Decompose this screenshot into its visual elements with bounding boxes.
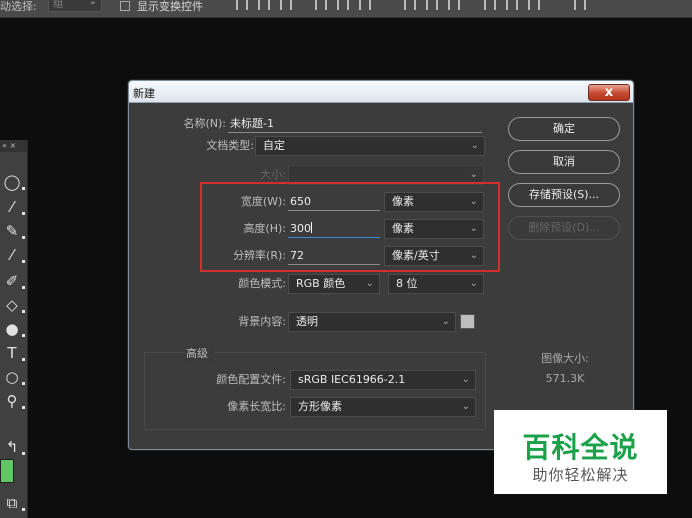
paint-bucket-icon[interactable]: ◇ (1, 294, 25, 316)
app-root: 动选择: 组 显示变换控件 « × ◯ ⁄ ✎ ⁄ ✐ ◇ ● T ○ ⚲ ↰ … (0, 0, 692, 518)
chevron-down-icon: ⌄ (441, 316, 450, 327)
watermark-logo: 百科全说 助你轻松解决 (494, 410, 667, 494)
align-bottom-icon[interactable] (280, 0, 292, 10)
screen-mode-icon[interactable]: ⧉ (1, 492, 25, 514)
chevron-down-icon: ⌄ (469, 278, 478, 289)
color-mode-dropdown[interactable]: RGB 颜色 ⌄ (288, 274, 380, 294)
size-label: 大小: (260, 168, 286, 181)
chevron-down-icon: ⌄ (461, 374, 470, 385)
watermark-title: 百科全说 (522, 431, 639, 464)
chevron-down-icon: ⌄ (461, 401, 470, 412)
distribute-vcenter-icon[interactable] (426, 0, 438, 10)
pixel-aspect-value: 方形像素 (298, 400, 342, 413)
distribute-left-icon[interactable] (484, 0, 496, 10)
cancel-button[interactable]: 取消 (508, 150, 620, 174)
align-hcenter-icon[interactable] (337, 0, 349, 10)
eyedropper-icon[interactable]: ✎ (1, 220, 25, 242)
foreground-color-swatch[interactable] (0, 459, 14, 483)
image-size-value: 571.3K (545, 372, 585, 385)
background-label: 背景内容: (238, 315, 286, 328)
magic-wand-icon[interactable]: ⁄ (1, 196, 25, 218)
background-value: 透明 (296, 315, 318, 328)
auto-select-label: 动选择: (0, 0, 37, 13)
ok-button[interactable]: 确定 (508, 117, 620, 141)
align-right-icon[interactable] (359, 0, 371, 10)
highlight-box (200, 182, 500, 272)
auto-select-dropdown[interactable]: 组 (48, 0, 102, 12)
name-input[interactable]: 未标题-1 (228, 115, 482, 133)
distribute-top-icon[interactable] (404, 0, 416, 10)
bit-depth-value: 8 位 (396, 277, 418, 290)
options-bar: 动选择: 组 显示变换控件 (0, 0, 692, 18)
tools-panel-header[interactable]: « × (0, 140, 27, 152)
ellipse-shape-icon[interactable]: ○ (1, 366, 25, 388)
delete-preset-button: 删除预设(D)... (508, 216, 620, 240)
distribute-right-icon[interactable] (528, 0, 540, 10)
show-transform-checkbox[interactable] (120, 1, 130, 11)
watermark-subtitle: 助你轻松解决 (532, 466, 629, 484)
dialog-title: 新建 (133, 87, 155, 100)
align-left-icon[interactable] (315, 0, 327, 10)
doc-type-dropdown[interactable]: 自定 ⌄ (255, 136, 485, 156)
distribute-hcenter-icon[interactable] (506, 0, 518, 10)
color-mode-label: 颜色模式: (238, 277, 286, 290)
background-dropdown[interactable]: 透明 ⌄ (288, 312, 456, 332)
zoom-icon[interactable]: ⚲ (1, 390, 25, 412)
close-button[interactable]: x (588, 84, 630, 101)
auto-align-icon[interactable] (574, 0, 586, 10)
chevron-down-icon: ⌄ (470, 140, 479, 151)
save-preset-button[interactable]: 存储预设(S)... (508, 183, 620, 207)
pixel-aspect-dropdown[interactable]: 方形像素 ⌄ (290, 397, 476, 417)
history-brush-icon[interactable]: ✐ (1, 270, 25, 292)
chevron-down-icon: ⌄ (365, 278, 374, 289)
pixel-aspect-label: 像素长宽比: (227, 400, 286, 413)
doc-type-label: 文档类型: (206, 139, 254, 152)
color-mode-value: RGB 颜色 (296, 277, 346, 290)
align-top-icon[interactable] (236, 0, 248, 10)
distribute-bottom-icon[interactable] (448, 0, 460, 10)
profile-label: 颜色配置文件: (216, 373, 286, 386)
name-label: 名称(N): (183, 117, 226, 130)
background-color-swatch[interactable] (460, 314, 475, 329)
show-transform-label: 显示变换控件 (137, 0, 203, 13)
blur-icon[interactable]: ● (1, 318, 25, 340)
doc-type-value: 自定 (263, 139, 285, 152)
advanced-label: 高级 (186, 346, 214, 362)
bit-depth-dropdown[interactable]: 8 位 ⌄ (388, 274, 484, 294)
align-vcenter-icon[interactable] (258, 0, 270, 10)
profile-dropdown[interactable]: sRGB IEC61966-2.1 ⌄ (290, 370, 476, 390)
swap-colors-icon[interactable]: ↰ (1, 436, 25, 458)
dialog-titlebar[interactable]: 新建 x (129, 81, 633, 103)
brush-icon[interactable]: ⁄ (1, 244, 25, 266)
advanced-group (144, 352, 486, 430)
image-size-label: 图像大小: (541, 352, 589, 365)
profile-value: sRGB IEC61966-2.1 (298, 373, 406, 386)
type-icon[interactable]: T (1, 342, 25, 364)
ellipse-marquee-icon[interactable]: ◯ (1, 171, 25, 193)
